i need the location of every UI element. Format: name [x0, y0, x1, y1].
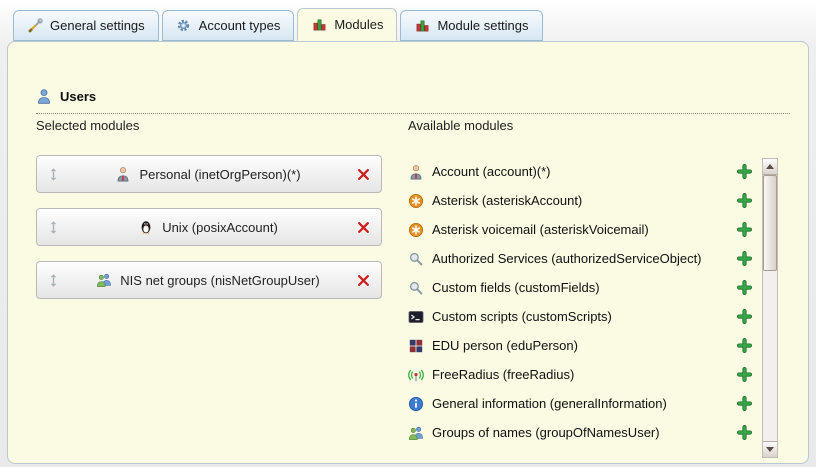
add-icon[interactable]	[736, 193, 752, 209]
drag-handle-icon[interactable]	[45, 219, 61, 235]
arrow-up-icon	[766, 164, 774, 169]
available-module-row: Custom fields (customFields)	[408, 273, 756, 302]
add-icon[interactable]	[736, 309, 752, 325]
available-module-label: Account (account)(*)	[432, 164, 728, 179]
add-icon[interactable]	[736, 396, 752, 412]
scrollbar-down-button[interactable]	[763, 441, 777, 457]
available-module-label: Asterisk voicemail (asteriskVoicemail)	[432, 222, 728, 237]
available-module-row: Authorized Services (authorizedServiceOb…	[408, 244, 756, 273]
add-icon[interactable]	[736, 338, 752, 354]
add-icon[interactable]	[736, 280, 752, 296]
delete-icon[interactable]	[355, 219, 371, 235]
available-module-label: Groups of names (groupOfNamesUser)	[432, 425, 728, 440]
group-icon	[96, 272, 112, 288]
section-heading: Users	[36, 88, 790, 114]
modules-icon	[414, 18, 430, 34]
magnifier-icon	[408, 251, 424, 267]
available-module-row: Groups of names (groupOfNamesUser)	[408, 418, 756, 447]
person-icon	[408, 164, 424, 180]
available-module-label: Authorized Services (authorizedServiceOb…	[432, 251, 728, 266]
radius-icon	[408, 367, 424, 383]
selected-module-label: Personal (inetOrgPerson)(*)	[139, 167, 300, 182]
scrollbar-up-button[interactable]	[763, 159, 777, 175]
available-module-row: General information (generalInformation)	[408, 389, 756, 418]
modules-panel: Users Selected modules Available modules…	[7, 41, 809, 464]
tab-bar: General settings Account types Modules Modu…	[13, 9, 543, 41]
gears-icon	[176, 18, 192, 34]
scrollbar-thumb[interactable]	[763, 175, 777, 271]
tab-label: General settings	[50, 18, 145, 33]
delete-icon[interactable]	[355, 166, 371, 182]
selected-module-row: NIS net groups (nisNetGroupUser)	[36, 261, 382, 299]
tab-general-settings[interactable]: General settings	[13, 10, 159, 41]
available-module-row: Custom scripts (customScripts)	[408, 302, 756, 331]
available-module-row: FreeRadius (freeRadius)	[408, 360, 756, 389]
asterisk-icon	[408, 222, 424, 238]
tab-label: Account types	[199, 18, 281, 33]
available-module-row: EDU person (eduPerson)	[408, 331, 756, 360]
tab-modules[interactable]: Modules	[297, 8, 397, 41]
add-icon[interactable]	[736, 222, 752, 238]
add-icon[interactable]	[736, 425, 752, 441]
drag-handle-icon[interactable]	[45, 166, 61, 182]
available-module-label: Custom fields (customFields)	[432, 280, 728, 295]
available-module-row: Asterisk voicemail (asteriskVoicemail)	[408, 215, 756, 244]
tab-module-settings[interactable]: Module settings	[400, 10, 542, 41]
available-module-label: Asterisk (asteriskAccount)	[432, 193, 728, 208]
available-module-label: EDU person (eduPerson)	[432, 338, 728, 353]
user-icon	[36, 88, 52, 104]
available-modules-list: Account (account)(*) Asterisk (asteriskAc…	[408, 157, 756, 447]
selected-modules-label: Selected modules	[36, 118, 139, 133]
asterisk-icon	[408, 193, 424, 209]
available-module-row: Asterisk (asteriskAccount)	[408, 186, 756, 215]
selected-modules-list: Personal (inetOrgPerson)(*) Unix (posixAc…	[36, 155, 382, 314]
tab-label: Module settings	[437, 18, 528, 33]
scrollbar-track[interactable]	[763, 175, 777, 441]
lam-configuration-page: General settings Account types Modules Modu…	[0, 0, 816, 467]
available-module-label: FreeRadius (freeRadius)	[432, 367, 728, 382]
person-icon	[115, 166, 131, 182]
penguin-icon	[138, 219, 154, 235]
add-icon[interactable]	[736, 164, 752, 180]
page-title: Users	[60, 89, 96, 104]
drag-handle-icon[interactable]	[45, 272, 61, 288]
info-icon	[408, 396, 424, 412]
available-module-label: Custom scripts (customScripts)	[432, 309, 728, 324]
tab-label: Modules	[334, 17, 383, 32]
edu-icon	[408, 338, 424, 354]
group-icon	[408, 425, 424, 441]
available-module-label: General information (generalInformation)	[432, 396, 728, 411]
tab-account-types[interactable]: Account types	[162, 10, 295, 41]
modules-icon	[311, 17, 327, 33]
magnifier-icon	[408, 280, 424, 296]
selected-module-label: Unix (posixAccount)	[162, 220, 278, 235]
available-modules-label: Available modules	[408, 118, 513, 133]
selected-module-label: NIS net groups (nisNetGroupUser)	[120, 273, 319, 288]
add-icon[interactable]	[736, 367, 752, 383]
selected-module-row: Unix (posixAccount)	[36, 208, 382, 246]
tools-icon	[27, 18, 43, 34]
selected-module-row: Personal (inetOrgPerson)(*)	[36, 155, 382, 193]
available-module-row: Account (account)(*)	[408, 157, 756, 186]
scrollbar[interactable]	[762, 158, 778, 458]
delete-icon[interactable]	[355, 272, 371, 288]
arrow-down-icon	[766, 447, 774, 452]
terminal-icon	[408, 309, 424, 325]
add-icon[interactable]	[736, 251, 752, 267]
